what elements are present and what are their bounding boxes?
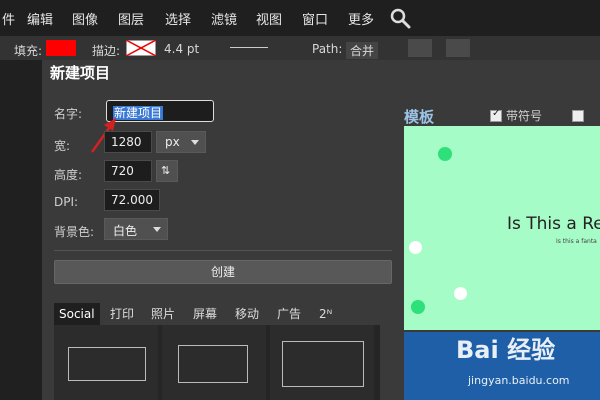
preset-shape (68, 347, 146, 381)
width-label: 宽: (54, 139, 71, 153)
menu-more[interactable]: 更多 (348, 9, 374, 28)
name-label: 名字: (54, 107, 83, 121)
line-style-select[interactable] (230, 47, 268, 48)
arrange-down-button[interactable] (408, 39, 432, 57)
tab-mobile[interactable]: 移动 (230, 303, 264, 325)
background-select-value: 白色 (113, 224, 138, 238)
with-symbols-checkbox[interactable]: ✓ (490, 108, 502, 122)
templates-title: 模板 (404, 108, 435, 126)
fill-label: 填充: (14, 44, 43, 58)
preset-list (54, 325, 380, 400)
preset-shape (282, 341, 364, 387)
dpi-label: DPI: (54, 195, 79, 209)
path-mode-select[interactable]: 合并 (346, 42, 379, 59)
template-preview[interactable]: Is This a Re Is this a fanta (404, 126, 600, 330)
divider (54, 250, 392, 251)
preview-title: Is This a Re (507, 214, 600, 234)
menu-view[interactable]: 视图 (256, 9, 282, 28)
menu-image[interactable]: 图像 (72, 9, 98, 28)
height-label: 高度: (54, 168, 83, 182)
decorative-dot (438, 147, 452, 161)
stroke-color-none-icon[interactable] (126, 40, 156, 56)
checkmark-icon: ✓ (492, 108, 501, 119)
preset-card[interactable] (162, 325, 266, 400)
menu-layer[interactable]: 图层 (118, 9, 144, 28)
fill-color-swatch[interactable] (46, 40, 76, 56)
with-symbols-label: 带符号 (506, 109, 543, 123)
preset-shape (178, 345, 248, 383)
decorative-dot (411, 300, 425, 314)
preset-card[interactable] (54, 325, 158, 400)
preview-subtitle: Is this a fanta (556, 238, 597, 245)
name-input-value: 新建项目 (113, 106, 164, 120)
menu-window[interactable]: 窗口 (302, 9, 328, 28)
width-input[interactable]: 1280 (104, 131, 152, 153)
tab-photo[interactable]: 照片 (146, 303, 180, 325)
decorative-dot (409, 241, 422, 254)
chevron-down-icon (153, 227, 161, 232)
swap-dimensions-button[interactable]: ⇅ (156, 160, 178, 182)
background-label: 背景色: (54, 225, 95, 239)
create-button[interactable]: 创建 (54, 260, 392, 284)
height-input[interactable]: 720 (104, 160, 152, 182)
options-toolbar: 填充: 描边: 4.4 pt Path: 合并 (0, 36, 600, 60)
stroke-label: 描边: (92, 44, 121, 58)
preset-card[interactable] (270, 325, 374, 400)
search-icon[interactable] (390, 8, 412, 30)
chevron-down-icon (191, 140, 199, 145)
stroke-width-field[interactable]: 4.4 pt (164, 42, 199, 56)
menu-filter[interactable]: 滤镜 (211, 9, 237, 28)
menu-edit[interactable]: 编辑 (27, 9, 53, 28)
tools-panel (0, 60, 42, 400)
watermark-logo: Bai 经验 (456, 336, 556, 364)
tab-screen[interactable]: 屏幕 (188, 303, 222, 325)
unit-select-value: px (165, 135, 180, 149)
unit-select[interactable]: px (156, 131, 206, 153)
dialog-title: 新建项目 (50, 64, 111, 82)
watermark-url: jingyan.baidu.com (468, 374, 570, 387)
menu-bar: 件 编辑 图像 图层 选择 滤镜 视图 窗口 更多 (0, 0, 600, 36)
tab-power-of-two[interactable]: 2ᴺ (314, 303, 337, 325)
tab-social[interactable]: Social (54, 303, 100, 325)
tab-ads[interactable]: 广告 (272, 303, 306, 325)
dpi-input[interactable]: 72.000 (104, 189, 160, 211)
menu-select[interactable]: 选择 (165, 9, 191, 28)
tab-print[interactable]: 打印 (105, 303, 139, 325)
path-label: Path: (312, 42, 343, 56)
arrange-up-button[interactable] (446, 39, 470, 57)
name-input[interactable]: 新建项目 (106, 100, 214, 122)
decorative-dot (454, 287, 467, 300)
background-select[interactable]: 白色 (104, 218, 168, 240)
menu-file[interactable]: 件 (2, 9, 15, 28)
secondary-option-checkbox[interactable] (572, 110, 584, 122)
swap-icon: ⇅ (161, 164, 171, 177)
